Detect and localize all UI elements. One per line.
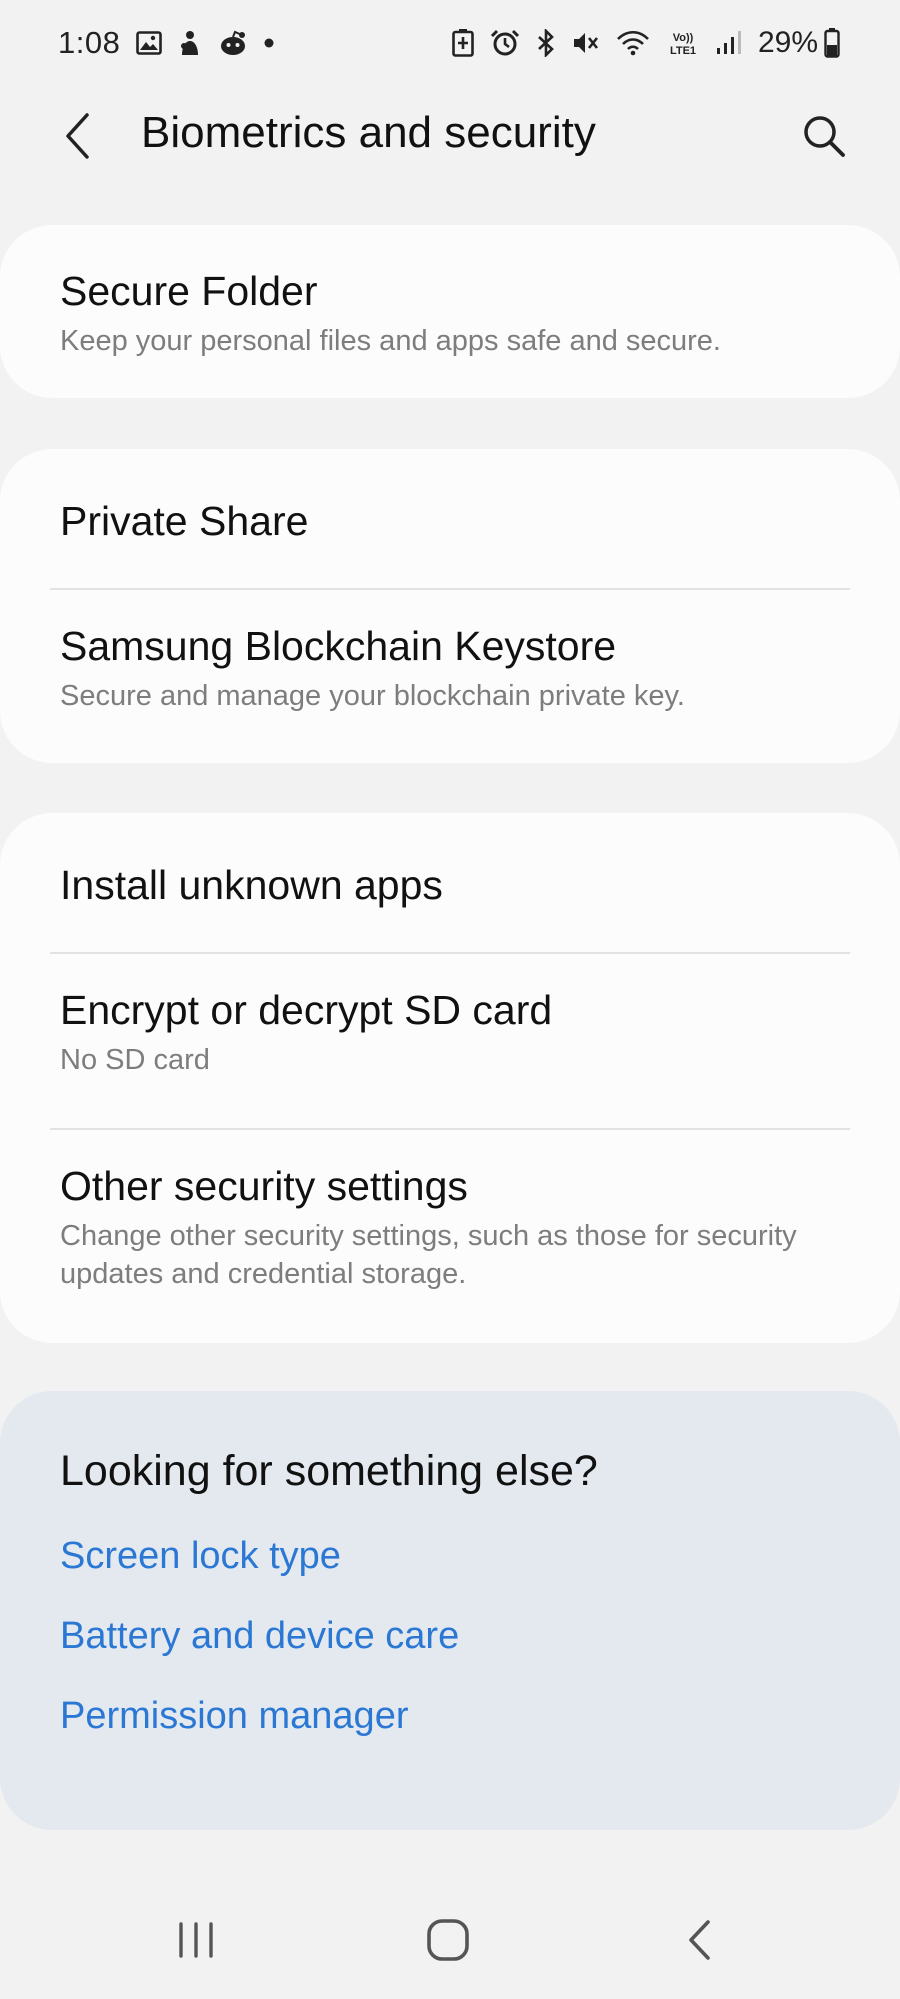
private-share-item[interactable]: Private Share [0,449,900,588]
search-button[interactable] [792,104,856,168]
reddit-icon [218,30,248,56]
svg-text:LTE1: LTE1 [670,45,696,57]
item-subtitle: No SD card [60,1044,210,1077]
mute-icon [572,30,600,56]
recent-apps-button[interactable] [156,1910,236,1970]
volte-icon: Vo)) LTE1 [666,29,700,57]
alarm-icon [490,29,520,57]
back-button[interactable] [48,106,108,166]
dot-icon [264,38,274,48]
wifi-icon [616,30,650,56]
page-title: Biometrics and security [141,108,596,157]
item-subtitle: Keep your personal files and apps safe a… [60,325,721,358]
battery-icon [824,28,840,58]
nav-back-button[interactable] [660,1910,740,1970]
settings-card-other: Install unknown apps Encrypt or decrypt … [0,813,900,1343]
home-button[interactable] [408,1910,488,1970]
navigation-bar [0,1890,900,1990]
item-subtitle: Secure and manage your blockchain privat… [60,680,685,713]
home-icon [427,1919,469,1961]
nav-back-icon [689,1920,710,1960]
item-title: Samsung Blockchain Keystore [60,623,617,669]
item-title: Encrypt or decrypt SD card [60,987,553,1033]
status-bar: 1:08 Vo)) LTE1 29% [0,0,900,86]
item-title: Other security settings [60,1163,468,1209]
suggestions-title: Looking for something else? [60,1447,598,1495]
link-battery-and-device-care[interactable]: Battery and device care [60,1615,840,1658]
app-notification-icon [178,29,202,57]
svg-text:Vo)): Vo)) [673,32,694,44]
item-title: Secure Folder [60,268,318,314]
status-bar-right: Vo)) LTE1 29% [452,26,840,60]
status-bar-left: 1:08 [58,25,274,61]
link-screen-lock-type[interactable]: Screen lock type [60,1535,840,1578]
item-subtitle: Change other security settings, such as … [60,1220,797,1291]
battery-percentage: 29% [757,26,818,59]
other-security-settings-item[interactable]: Other security settings Change other sec… [0,1130,900,1294]
app-bar: Biometrics and security [0,86,900,186]
recent-apps-icon [179,1922,213,1958]
item-title: Private Share [60,498,309,544]
chevron-left-icon [66,113,89,159]
search-icon [804,116,845,157]
install-unknown-apps-item[interactable]: Install unknown apps [0,813,900,952]
item-title: Install unknown apps [60,862,443,908]
gallery-icon [136,31,163,55]
suggestions-card: Looking for something else? Screen lock … [0,1391,900,1830]
blockchain-keystore-item[interactable]: Samsung Blockchain Keystore Secure and m… [0,590,900,715]
signal-icon [716,30,742,56]
status-time: 1:08 [58,25,121,60]
battery-saver-icon [452,29,474,57]
secure-folder-item[interactable]: Secure Folder Keep your personal files a… [0,225,900,360]
settings-card-sharing: Private Share Samsung Blockchain Keystor… [0,449,900,763]
link-permission-manager[interactable]: Permission manager [60,1695,840,1738]
encrypt-sd-card-item[interactable]: Encrypt or decrypt SD card No SD card [0,954,900,1128]
settings-card-secure-folder: Secure Folder Keep your personal files a… [0,225,900,398]
bluetooth-icon [536,29,556,57]
